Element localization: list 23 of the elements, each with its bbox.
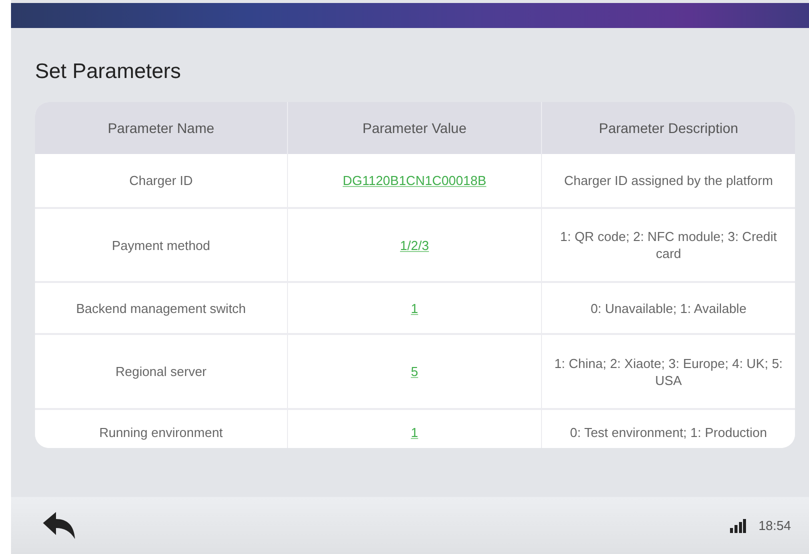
clock-time: 18:54 — [758, 518, 791, 533]
parameter-value-link[interactable]: 5 — [410, 364, 418, 379]
parameter-description: 1: QR code; 2: NFC module; 3: Credit card — [559, 228, 778, 262]
parameter-value-link[interactable]: 1/2/3 — [400, 238, 429, 252]
parameter-name: Charger ID — [129, 172, 193, 189]
page-title: Set Parameters — [35, 60, 182, 84]
parameter-name: Backend management switch — [76, 300, 246, 316]
parameter-value-link[interactable]: DG1120B1CN1C00018B — [342, 173, 486, 188]
parameter-description: 1: China; 2: Xiaote; 3: Europe; 4: UK; 5: USA — [553, 354, 784, 388]
column-header: Parameter Name — [108, 120, 214, 136]
parameter-name: Running environment — [99, 424, 223, 440]
back-arrow-icon — [41, 510, 77, 540]
parameter-description: Charger ID assigned by the platform — [564, 172, 773, 189]
parameter-value-link[interactable]: 1 — [410, 424, 418, 440]
parameter-name: Payment method — [112, 236, 210, 254]
back-button[interactable] — [41, 510, 77, 540]
column-header: Parameter Description — [598, 120, 738, 136]
column-header: Parameter Value — [362, 120, 466, 136]
signal-icon — [730, 518, 746, 532]
parameter-name: Regional server — [115, 363, 207, 380]
parameter-description: 0: Unavailable; 1: Available — [590, 300, 746, 316]
parameter-value-link[interactable]: 1 — [410, 300, 418, 316]
parameter-description: 0: Test environment; 1: Production — [570, 424, 768, 440]
